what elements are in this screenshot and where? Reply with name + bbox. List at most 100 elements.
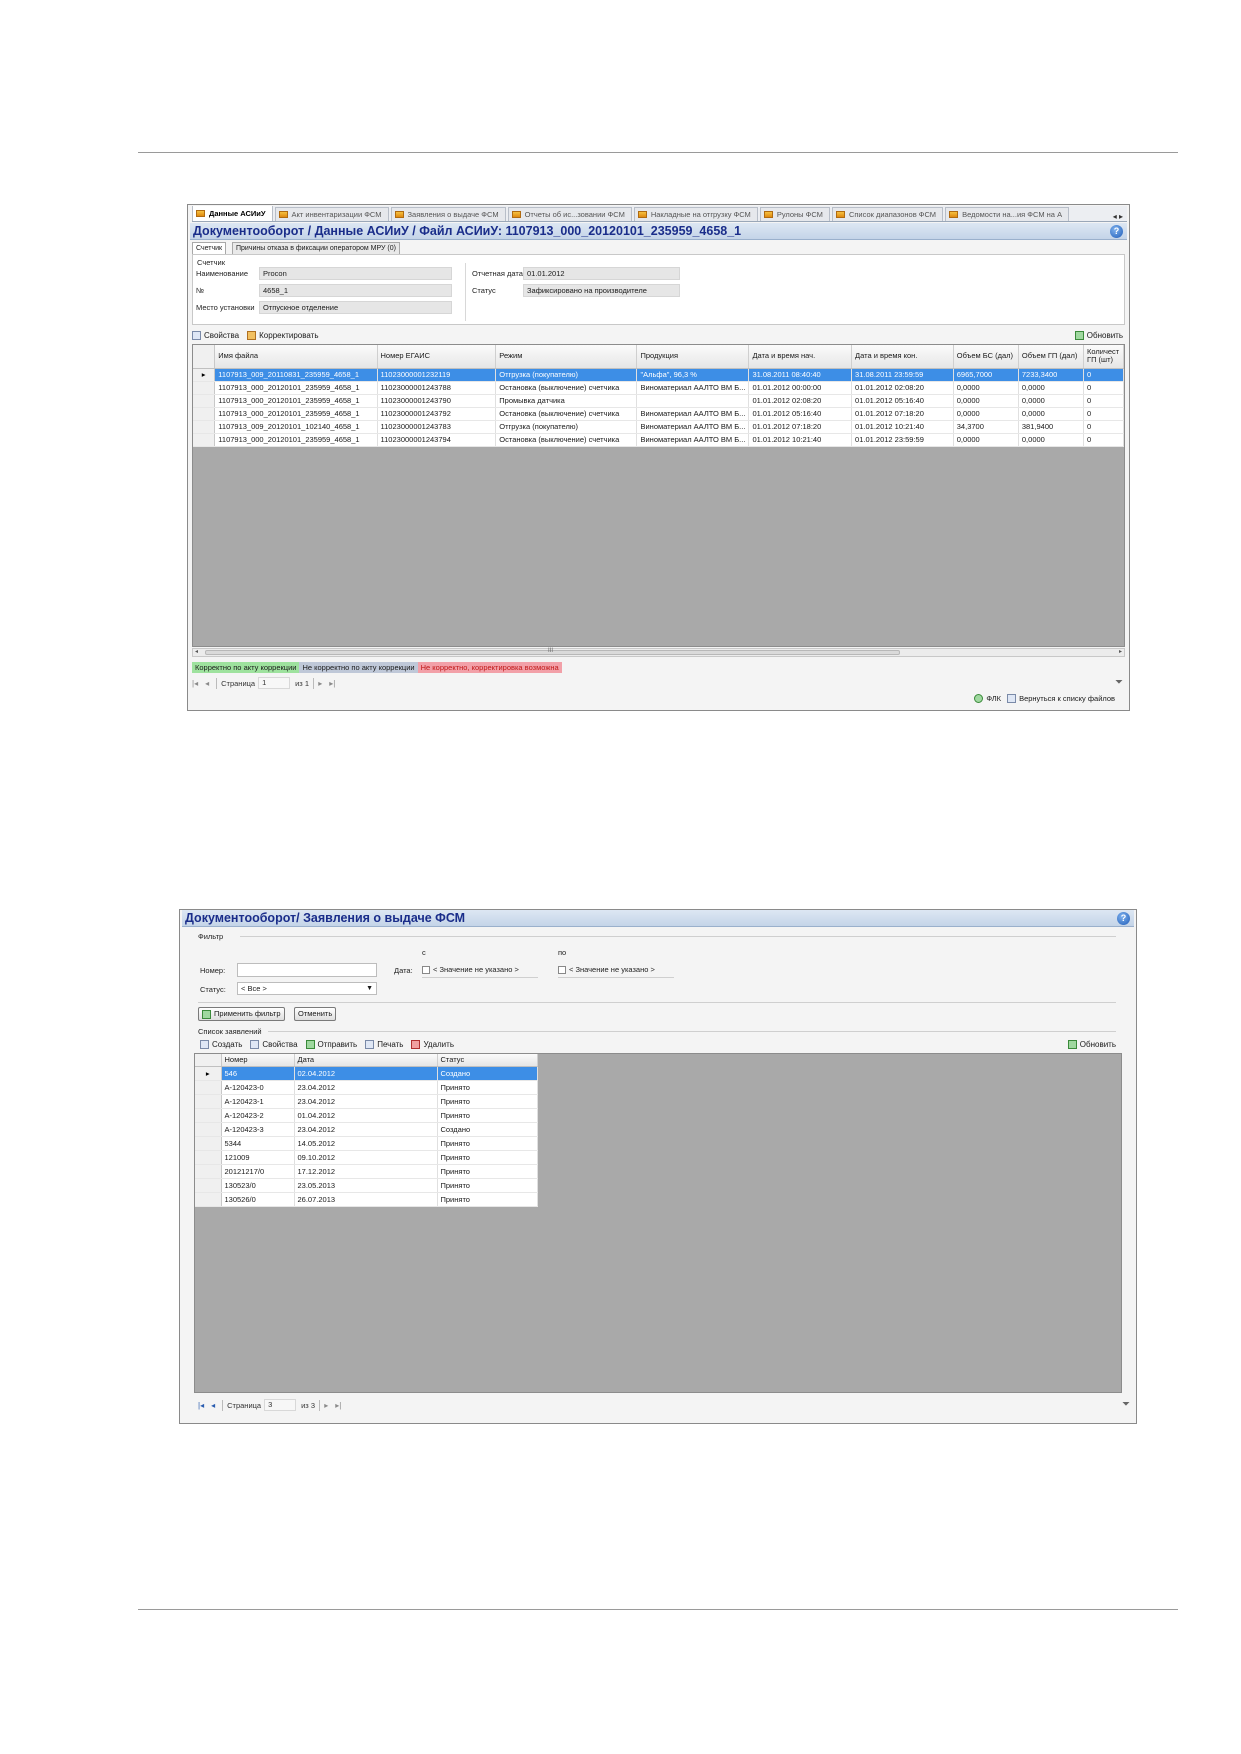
tab-shipping-invoices[interactable]: Накладные на отгрузку ФСМ bbox=[633, 207, 758, 221]
column-header[interactable]: Объем ГП (дал) bbox=[1018, 345, 1085, 369]
total-pages: 1 bbox=[304, 678, 310, 688]
table-row[interactable]: 20121217/0 17.12.2012 Принято bbox=[195, 1164, 538, 1179]
column-header[interactable]: Дата и время кон. bbox=[851, 345, 954, 369]
prev-page-icon[interactable]: ◂ bbox=[205, 679, 209, 688]
first-page-icon[interactable]: |◂ bbox=[192, 679, 198, 688]
table-row[interactable]: 130526/0 26.07.2013 Принято bbox=[195, 1192, 538, 1207]
column-header[interactable]: Режим bbox=[495, 345, 638, 369]
tab-usage-reports[interactable]: Отчеты об ис...зовании ФСМ bbox=[507, 207, 632, 221]
help-icon[interactable]: ? bbox=[1117, 912, 1130, 925]
table-row[interactable]: 130523/0 23.05.2013 Принято bbox=[195, 1178, 538, 1193]
correct-button[interactable]: Корректировать bbox=[247, 330, 318, 340]
date-to-picker[interactable]: < Значение не указано > bbox=[558, 965, 655, 975]
table-cell: 01.04.2012 bbox=[294, 1108, 438, 1123]
date-to-checkbox[interactable] bbox=[558, 966, 566, 975]
filter-funnel-icon[interactable]: ⏷ bbox=[1115, 677, 1123, 688]
last-page-icon[interactable]: ▸| bbox=[335, 1401, 341, 1410]
prev-page-icon[interactable]: ◂ bbox=[211, 1401, 215, 1410]
last-page-icon[interactable]: ▸| bbox=[329, 679, 335, 688]
applications-toolbar: Создать Свойства Отправить Печать Удалит… bbox=[200, 1036, 1118, 1052]
properties-button[interactable]: Свойства bbox=[192, 330, 239, 340]
row-indicator[interactable] bbox=[195, 1178, 222, 1193]
send-button[interactable]: Отправить bbox=[305, 1039, 357, 1049]
apply-filter-button[interactable]: Применить фильтр bbox=[198, 1007, 285, 1021]
status-filter-select[interactable]: < Все > ▼ bbox=[237, 982, 377, 995]
date-from-checkbox[interactable] bbox=[422, 966, 430, 975]
table-row[interactable]: 1107913_000_20120101_235959_4658_1 110230… bbox=[193, 394, 1124, 408]
page-input[interactable]: 3 bbox=[264, 1399, 297, 1411]
column-header[interactable]: Номер ЕГАИС bbox=[377, 345, 497, 369]
row-indicator[interactable] bbox=[195, 1192, 222, 1207]
table-row[interactable]: 1107913_000_20120101_235959_4658_1 110230… bbox=[193, 381, 1124, 395]
number-filter-input[interactable] bbox=[237, 963, 377, 977]
horizontal-scrollbar[interactable]: ◂ III ▸ bbox=[192, 648, 1125, 657]
table-row[interactable]: А-120423-2 01.04.2012 Принято bbox=[195, 1108, 538, 1123]
column-header[interactable]: Объем БС (дал) bbox=[953, 345, 1019, 369]
tab-fsm-ranges[interactable]: Список диапазонов ФСМ bbox=[831, 207, 944, 221]
row-indicator[interactable] bbox=[195, 1164, 222, 1179]
refresh-button[interactable]: Обновить bbox=[1067, 1039, 1116, 1049]
row-indicator[interactable]: ▸ bbox=[195, 1066, 222, 1081]
column-header[interactable]: Статус bbox=[437, 1054, 538, 1067]
column-header[interactable]: Продукция bbox=[636, 345, 750, 369]
row-indicator[interactable] bbox=[193, 394, 216, 408]
table-row[interactable]: ▸ 1107913_009_20110831_235959_4658_1 11023… bbox=[193, 368, 1124, 382]
column-header[interactable]: Количест ГП (шт) bbox=[1083, 345, 1124, 369]
table-row[interactable]: 1107913_000_20120101_235959_4658_1 110230… bbox=[193, 407, 1124, 421]
column-header[interactable]: Имя файла bbox=[214, 345, 378, 369]
row-indicator[interactable] bbox=[195, 1080, 222, 1095]
tab-inventory-act[interactable]: Акт инвентаризации ФСМ bbox=[274, 207, 389, 221]
refresh-button[interactable]: Обновить bbox=[1074, 330, 1123, 340]
back-to-files-button[interactable]: Вернуться к списку файлов bbox=[1007, 694, 1115, 703]
scroll-left-icon[interactable]: ◂ bbox=[195, 648, 198, 655]
next-page-icon[interactable]: ▸ bbox=[318, 679, 322, 688]
subtab-counter[interactable]: Счетчик bbox=[192, 242, 227, 254]
column-header[interactable]: Дата bbox=[294, 1054, 438, 1067]
flk-button[interactable]: ФЛК bbox=[974, 694, 1001, 703]
scroll-right-icon[interactable]: ▸ bbox=[1119, 648, 1122, 655]
help-icon[interactable]: ? bbox=[1110, 225, 1123, 238]
page-input[interactable]: 1 bbox=[258, 677, 291, 689]
table-row[interactable]: ▸ 546 02.04.2012 Создано bbox=[195, 1066, 538, 1081]
table-row[interactable]: 1107913_009_20120101_102140_4658_1 110230… bbox=[193, 420, 1124, 434]
delete-button[interactable]: Удалить bbox=[411, 1039, 454, 1049]
row-indicator[interactable]: ▸ bbox=[193, 368, 216, 382]
next-page-icon[interactable]: ▸ bbox=[324, 1401, 328, 1410]
status-field: Зафиксировано на производителе bbox=[523, 284, 680, 297]
column-header[interactable]: Дата и время нач. bbox=[748, 345, 853, 369]
row-indicator[interactable] bbox=[193, 381, 216, 395]
tab-fsm-rolls[interactable]: Рулоны ФСМ bbox=[759, 207, 830, 221]
table-row[interactable]: А-120423-3 23.04.2012 Создано bbox=[195, 1122, 538, 1137]
create-button[interactable]: Создать bbox=[200, 1039, 242, 1049]
table-row[interactable]: 1107913_000_20120101_235959_4658_1 110230… bbox=[193, 433, 1124, 447]
table-cell: Отгрузка (покупателю) bbox=[495, 420, 638, 434]
subtab-rejection-reasons[interactable]: Причины отказа в фиксации оператором МРУ… bbox=[232, 242, 400, 254]
first-page-icon[interactable]: |◂ bbox=[198, 1401, 204, 1410]
asiiu-file-window: Данные АСИиУ Акт инвентаризации ФСМ Заяв… bbox=[187, 204, 1130, 711]
clear-filter-icon[interactable]: ⏷ bbox=[1122, 1399, 1130, 1410]
tab-asiiu-data[interactable]: Данные АСИиУ bbox=[192, 206, 273, 221]
column-header[interactable]: Номер bbox=[221, 1054, 295, 1067]
date-to-label: по bbox=[558, 948, 567, 957]
chevron-down-icon[interactable]: ▼ bbox=[366, 983, 373, 994]
table-row[interactable]: А-120423-0 23.04.2012 Принято bbox=[195, 1080, 538, 1095]
tab-fsm-statements[interactable]: Ведомости на...ия ФСМ на А bbox=[945, 207, 1070, 221]
table-row[interactable]: А-120423-1 23.04.2012 Принято bbox=[195, 1094, 538, 1109]
row-indicator[interactable] bbox=[193, 433, 216, 447]
row-indicator[interactable] bbox=[193, 407, 216, 421]
properties-button[interactable]: Свойства bbox=[250, 1039, 298, 1049]
row-indicator[interactable] bbox=[195, 1094, 222, 1109]
date-from-picker[interactable]: < Значение не указано > bbox=[422, 965, 519, 975]
pager: |◂ ◂ Страница 1 из 1 ▸ ▸| bbox=[192, 675, 342, 691]
tab-scroll-arrows[interactable]: ◂ ▸ bbox=[1113, 212, 1127, 221]
row-indicator[interactable] bbox=[195, 1122, 222, 1137]
tab-fsm-applications[interactable]: Заявления о выдаче ФСМ bbox=[390, 207, 506, 221]
row-indicator[interactable] bbox=[195, 1136, 222, 1151]
row-indicator[interactable] bbox=[195, 1108, 222, 1123]
table-row[interactable]: 121009 09.10.2012 Принято bbox=[195, 1150, 538, 1165]
row-indicator[interactable] bbox=[193, 420, 216, 434]
row-indicator[interactable] bbox=[195, 1150, 222, 1165]
print-button[interactable]: Печать bbox=[365, 1039, 403, 1049]
table-row[interactable]: 5344 14.05.2012 Принято bbox=[195, 1136, 538, 1151]
cancel-filter-button[interactable]: Отменить bbox=[294, 1007, 337, 1021]
